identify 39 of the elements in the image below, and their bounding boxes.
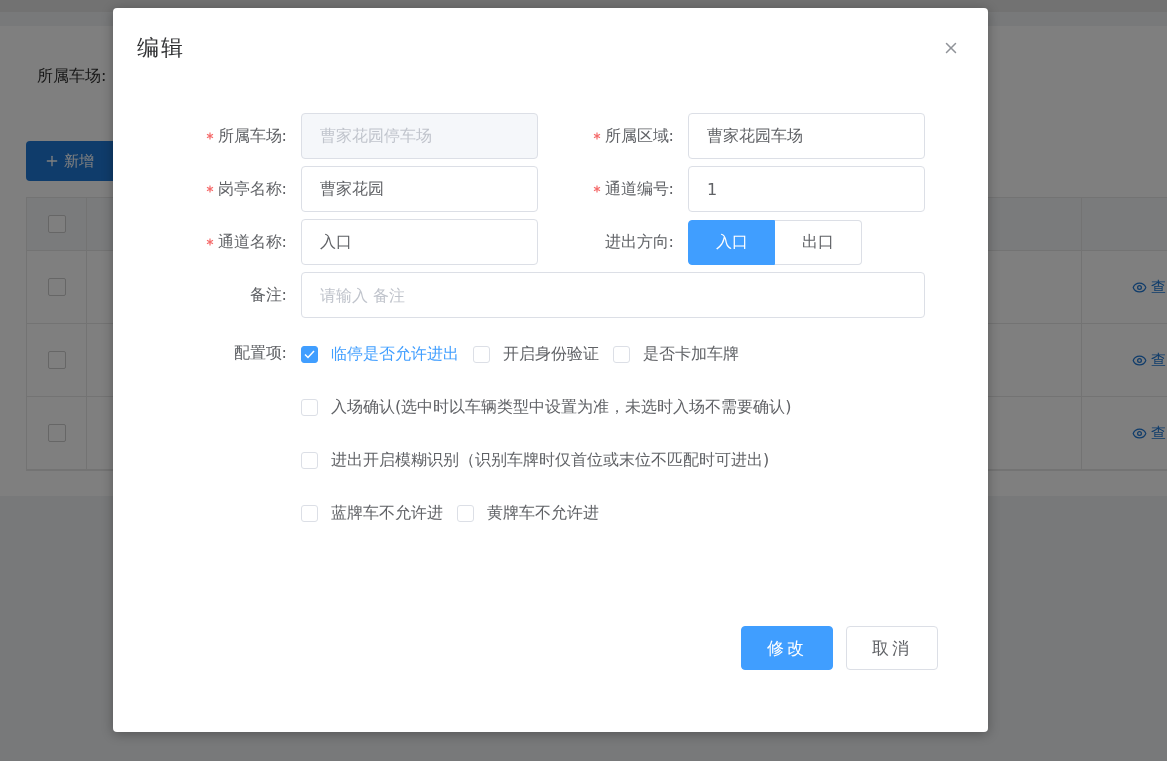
cancel-button[interactable]: 取消 — [846, 626, 938, 670]
eye-icon — [1132, 425, 1147, 441]
field-label: 所属区域: — [604, 125, 674, 147]
checkbox[interactable] — [301, 345, 318, 363]
field-label: 进出方向: — [604, 231, 674, 253]
option-label: 开启身份验证 — [503, 343, 599, 365]
text-input[interactable]: 曹家花园车场 — [688, 113, 925, 159]
option-label: 是否卡加车牌 — [643, 343, 739, 365]
field-label: 所属车场: — [217, 125, 287, 147]
field-label: 配置项: — [233, 343, 287, 364]
eye-icon — [1132, 279, 1147, 295]
option-label: 入场确认(选中时以车辆类型中设置为准，未选时入场不需要确认) — [331, 396, 792, 418]
field-label: 通道名称: — [217, 231, 287, 253]
view-link[interactable]: 查 — [1151, 350, 1166, 370]
text-input[interactable]: 1 — [688, 166, 925, 212]
dialog-title: 编辑 — [137, 34, 185, 62]
checkbox[interactable] — [47, 424, 66, 442]
view-link[interactable]: 查 — [1151, 423, 1166, 443]
remark-input[interactable]: 请输入 备注 — [301, 272, 925, 318]
checkbox[interactable] — [47, 351, 66, 369]
eye-icon — [1132, 352, 1147, 368]
field-label: 备注: — [249, 284, 287, 306]
checkbox[interactable] — [47, 278, 66, 296]
view-link[interactable]: 查 — [1151, 277, 1166, 297]
option-label: 临停是否允许进出 — [331, 343, 459, 365]
plus-icon — [44, 153, 60, 169]
filter-label: 所属车场: — [37, 65, 107, 87]
field-label: 岗亭名称: — [217, 178, 287, 200]
submit-button[interactable]: 修改 — [741, 626, 833, 670]
option-label: 进出开启模糊识别（识别车牌时仅首位或末位不匹配时可进出) — [331, 449, 770, 471]
checkbox[interactable] — [47, 215, 66, 233]
direction-option[interactable]: 出口 — [775, 219, 862, 265]
field-label: 通道编号: — [604, 178, 674, 200]
check-icon — [304, 349, 315, 359]
option-label: 黄牌车不允许进 — [487, 502, 599, 524]
text-input[interactable]: 入口 — [301, 219, 538, 265]
direction-option[interactable]: 入口 — [688, 219, 775, 265]
option-label: 蓝牌车不允许进 — [331, 502, 443, 524]
text-input[interactable]: 曹家花园 — [301, 166, 538, 212]
